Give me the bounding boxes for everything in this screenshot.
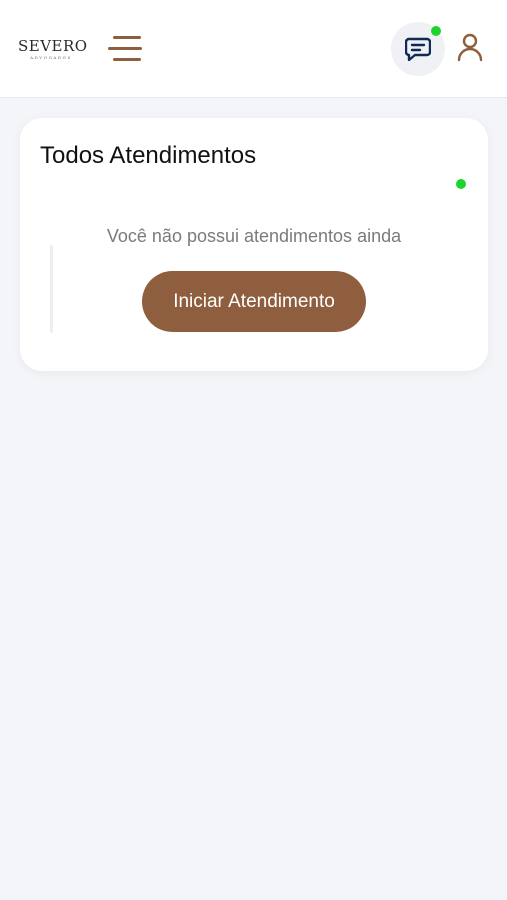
- card-title: Todos Atendimentos: [40, 142, 257, 169]
- logo-sub-text: ADVOGADOS: [30, 55, 72, 60]
- start-attendance-button[interactable]: Iniciar Atendimento: [142, 271, 366, 332]
- hamburger-menu-icon[interactable]: [108, 33, 146, 65]
- menu-line-bottom: [113, 58, 141, 61]
- menu-line-top: [113, 36, 141, 39]
- logo-main-text: SEVERO: [18, 37, 88, 55]
- online-status-dot: [456, 179, 466, 189]
- menu-line-middle: [108, 47, 142, 50]
- user-profile-button[interactable]: [455, 32, 485, 64]
- chat-notification-dot: [431, 26, 441, 36]
- top-header: SEVERO ADVOGADOS: [0, 0, 507, 98]
- brand-logo[interactable]: SEVERO ADVOGADOS: [18, 37, 88, 61]
- chat-icon: [405, 37, 431, 61]
- empty-state-message: Você não possui atendimentos ainda: [106, 226, 402, 246]
- card-divider: [50, 245, 53, 333]
- attendances-card: Todos Atendimentos Você não possui atend…: [20, 118, 488, 371]
- user-icon: [457, 33, 483, 62]
